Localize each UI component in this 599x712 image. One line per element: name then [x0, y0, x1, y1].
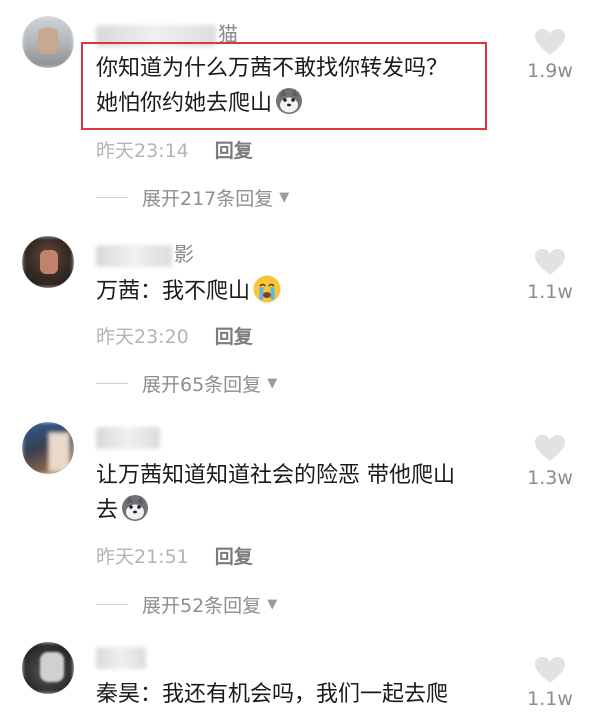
reply-button[interactable]: 回复: [215, 326, 253, 348]
comment-meta: 昨天23:14 回复: [96, 136, 253, 163]
expand-replies-button[interactable]: 展开65条回复 ▼: [96, 370, 277, 397]
expand-replies-label: 展开52条回复: [142, 595, 262, 617]
avatar[interactable]: [22, 16, 74, 68]
like-count: 1.3w: [527, 467, 573, 489]
expand-replies-button[interactable]: 展开52条回复 ▼: [96, 591, 277, 618]
avatar[interactable]: [22, 236, 74, 288]
comment-text: 让万茜知道知道社会的险恶 带他爬山 去: [96, 459, 455, 528]
heart-icon[interactable]: [534, 656, 566, 684]
comment-time: 昨天23:14: [96, 140, 189, 162]
username[interactable]: [96, 644, 148, 669]
comment-text-line: 去: [96, 493, 455, 528]
heart-icon[interactable]: [534, 434, 566, 462]
heart-icon[interactable]: [534, 248, 566, 276]
expand-replies-label: 展开217条回复: [142, 188, 274, 210]
comment-meta: 昨天21:51 回复: [96, 542, 253, 569]
crying-emoji-icon: [253, 275, 281, 303]
expand-replies-button[interactable]: 展开217条回复 ▼: [96, 184, 289, 211]
comment-text-line: 秦昊：我还有机会吗，我们一起去爬: [96, 682, 449, 707]
comment-text-line: 让万茜知道知道社会的险恶 带他爬山: [96, 463, 455, 488]
reply-button[interactable]: 回复: [215, 546, 253, 568]
avatar[interactable]: [22, 422, 74, 474]
comment-text-line-2: 去: [96, 498, 119, 523]
avatar[interactable]: [22, 642, 74, 694]
like-count: 1.1w: [527, 688, 573, 710]
like-count: 1.9w: [527, 60, 573, 82]
highlight-box: [81, 42, 487, 130]
comment-text-line-1: 万茜：我不爬山: [96, 279, 251, 304]
husky-emoji-icon: [122, 495, 149, 521]
like-count: 1.1w: [527, 281, 573, 303]
chevron-down-icon: ▼: [267, 597, 278, 612]
username-text: 影: [174, 242, 194, 266]
divider: [96, 604, 128, 605]
comment-time: 昨天23:20: [96, 326, 189, 348]
comment-meta: 昨天23:20 回复: [96, 322, 253, 349]
expand-replies-label: 展开65条回复: [142, 374, 262, 396]
username[interactable]: [96, 424, 162, 449]
comment-time: 昨天21:51: [96, 546, 189, 568]
comment-text-line: 万茜：我不爬山: [96, 274, 282, 309]
divider: [96, 383, 128, 384]
divider: [96, 197, 128, 198]
username[interactable]: 影: [96, 238, 194, 267]
chevron-down-icon: ▼: [279, 190, 290, 205]
comment-text: 秦昊：我还有机会吗，我们一起去爬: [96, 678, 448, 712]
comment-text: 万茜：我不爬山: [96, 274, 282, 309]
reply-button[interactable]: 回复: [215, 140, 253, 162]
heart-icon[interactable]: [534, 28, 566, 56]
chevron-down-icon: ▼: [267, 376, 278, 391]
